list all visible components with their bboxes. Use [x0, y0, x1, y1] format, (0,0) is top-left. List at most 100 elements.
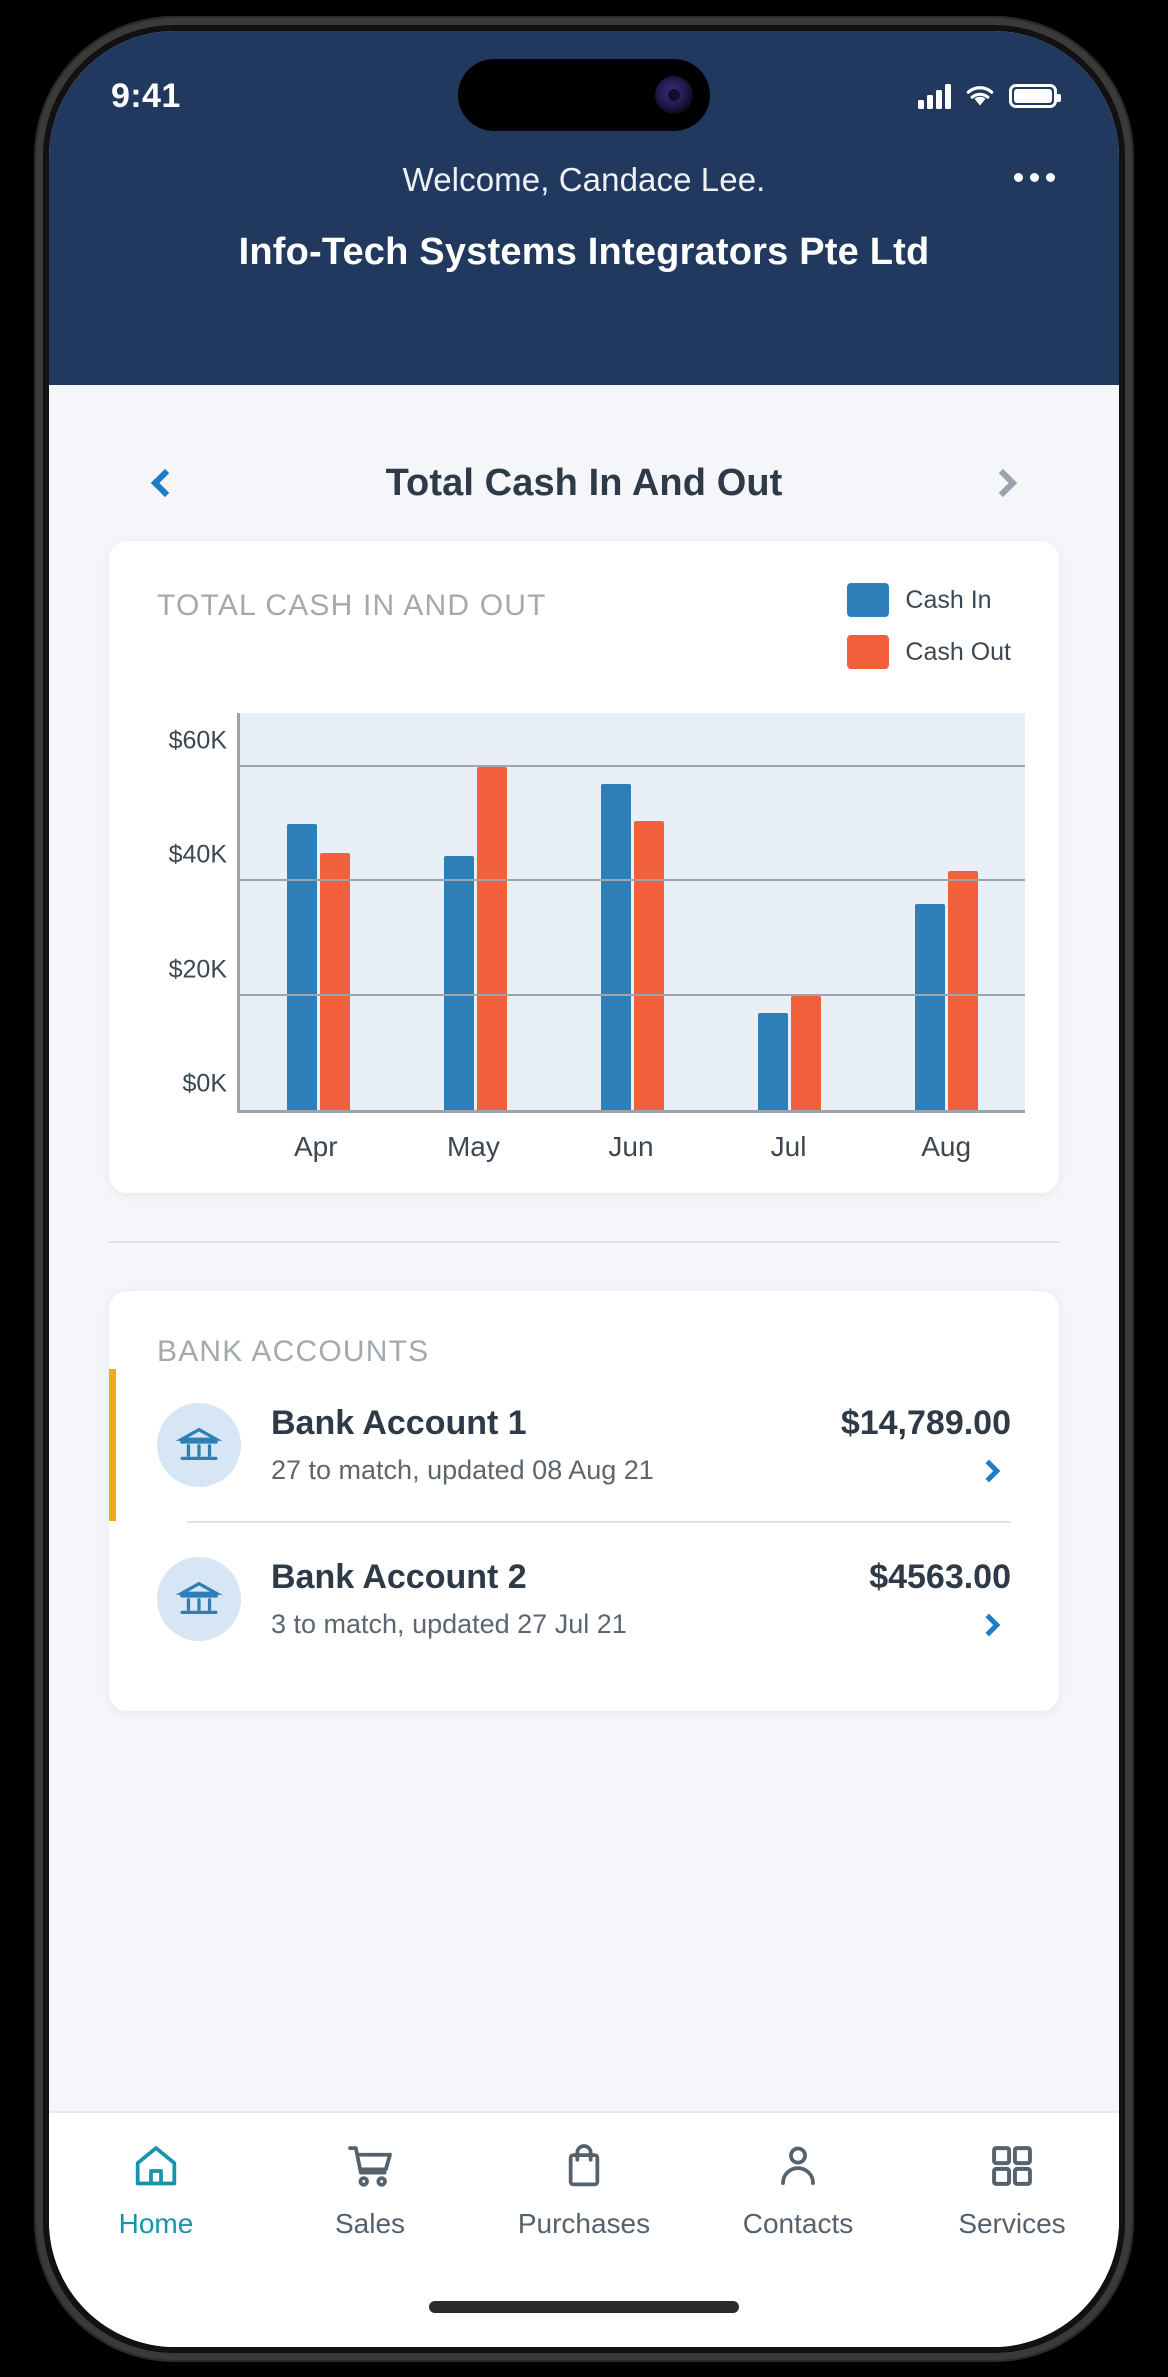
chart-bar[interactable] [791, 995, 821, 1110]
home-icon [131, 2141, 181, 2196]
bank-account-row[interactable]: Bank Account 2 $4563.00 3 to match, update… [109, 1523, 1059, 1675]
cart-icon [345, 2141, 395, 2196]
cash-flow-chart-card[interactable]: TOTAL CASH IN AND OUT Cash In Cash Out $0… [109, 541, 1059, 1193]
chart-gridline [240, 879, 1025, 882]
nav-item-services[interactable]: Services [917, 2141, 1107, 2240]
bank-accounts-list: Bank Account 1 $14,789.00 27 to match, upd… [109, 1369, 1059, 1675]
home-indicator[interactable] [429, 2301, 739, 2313]
dot-icon [1046, 173, 1055, 182]
chart-gridline [240, 765, 1025, 768]
chart-bar[interactable] [320, 852, 350, 1110]
bank-account-balance: $4563.00 [869, 1558, 1011, 1596]
chevron-left-icon [150, 468, 180, 498]
nav-item-home[interactable]: Home [61, 2141, 251, 2240]
y-axis-tick-label: $60K [168, 726, 227, 755]
chevron-right-icon[interactable] [977, 1613, 1001, 1636]
welcome-row: Welcome, Candace Lee. [49, 131, 1119, 203]
bank-account-row[interactable]: Bank Account 1 $14,789.00 27 to match, upd… [109, 1369, 1059, 1521]
legend-swatch [847, 635, 890, 669]
y-axis-tick-label: $0K [182, 1069, 227, 1098]
chart-plot-area [237, 713, 1025, 1113]
chart-y-axis: $0K $20K $40K $60K [109, 713, 237, 1113]
x-axis-tick-label: May [446, 1131, 500, 1162]
chart-bar[interactable] [287, 824, 317, 1110]
section-divider [109, 1241, 1059, 1243]
chart-bar[interactable] [477, 767, 507, 1110]
legend-label: Cash Out [905, 637, 1011, 666]
y-axis-tick-label: $40K [168, 840, 227, 869]
chart-bar[interactable] [601, 784, 631, 1110]
chart-bars [240, 713, 1025, 1110]
chart-bar[interactable] [634, 821, 664, 1110]
nav-item-label: Home [118, 2208, 194, 2239]
status-indicators [918, 83, 1061, 109]
chart-bar[interactable] [915, 904, 945, 1110]
row-accent-bar [109, 1369, 116, 1521]
chart-bar-group[interactable] [444, 713, 507, 1110]
nav-item-label: Sales [334, 2208, 406, 2239]
bank-account-secondary-row: 27 to match, updated 08 Aug 21 [271, 1455, 1011, 1486]
person-icon [773, 2141, 823, 2196]
legend-item[interactable]: Cash Out [847, 635, 1011, 669]
chart-x-axis: Apr May Jun Jul Aug [237, 1113, 1025, 1163]
chevron-right-icon [988, 468, 1018, 498]
welcome-text: Welcome, Candace Lee. [402, 161, 766, 198]
x-axis-tick-label: Jul [770, 1131, 807, 1162]
nav-item-label: Services [958, 2208, 1066, 2239]
bank-account-status: 27 to match, updated 08 Aug 21 [271, 1455, 654, 1485]
chart-bar[interactable] [948, 871, 978, 1110]
carousel-title: Total Cash In And Out [385, 461, 783, 504]
company-name: Info-Tech Systems Integrators Pte Ltd [238, 231, 930, 273]
x-axis-tick-label: Aug [921, 1131, 972, 1162]
front-camera-icon [655, 76, 693, 114]
battery-icon [1009, 84, 1061, 108]
chart-bar-group[interactable] [601, 713, 664, 1110]
widget-carousel-header: Total Cash In And Out [49, 385, 1119, 519]
app-header: 9:41 Welcome, Candace Lee. Info-Tech Sys… [49, 31, 1119, 385]
nav-item-contacts[interactable]: Contacts [703, 2141, 893, 2240]
bank-account-details: Bank Account 2 $4563.00 3 to match, update… [271, 1558, 1011, 1640]
chart-gridline [240, 993, 1025, 996]
legend-label: Cash In [905, 585, 992, 614]
wifi-icon [964, 84, 996, 108]
bank-icon [157, 1403, 241, 1487]
bank-account-primary-row: Bank Account 1 $14,789.00 [271, 1404, 1011, 1443]
nav-item-purchases[interactable]: Purchases [489, 2141, 679, 2240]
y-axis-tick-label: $20K [168, 955, 227, 984]
chart-bar-group[interactable] [287, 713, 350, 1110]
chart-bar-group[interactable] [758, 713, 821, 1110]
carousel-prev-button[interactable] [139, 457, 191, 509]
nav-item-label: Contacts [742, 2208, 854, 2239]
phone-frame: 9:41 Welcome, Candace Lee. Info-Tech Sys… [36, 18, 1132, 2360]
grid-icon [987, 2141, 1037, 2196]
chart-plot-wrapper: $0K $20K $40K $60K [109, 713, 1059, 1113]
chart-legend: Cash In Cash Out [847, 583, 1011, 669]
bank-account-status: 3 to match, updated 27 Jul 21 [271, 1609, 627, 1639]
carousel-next-button[interactable] [977, 457, 1029, 509]
chart-header: TOTAL CASH IN AND OUT Cash In Cash Out [109, 583, 1059, 669]
chart-title: TOTAL CASH IN AND OUT [157, 589, 547, 622]
bank-account-balance: $14,789.00 [840, 1404, 1011, 1442]
main-content: Total Cash In And Out TOTAL CASH IN AND … [49, 385, 1119, 2155]
chevron-right-icon[interactable] [977, 1459, 1001, 1482]
dot-icon [1014, 173, 1023, 182]
nav-item-sales[interactable]: Sales [275, 2141, 465, 2240]
dot-icon [1030, 173, 1039, 182]
bank-account-name: Bank Account 2 [271, 1558, 527, 1596]
legend-item[interactable]: Cash In [847, 583, 1011, 617]
chart-bar[interactable] [758, 1012, 788, 1110]
x-axis-tick-label: Jun [608, 1131, 654, 1162]
x-axis-tick-label: Apr [294, 1131, 338, 1162]
bank-account-details: Bank Account 1 $14,789.00 27 to match, upd… [271, 1404, 1011, 1486]
bank-account-name: Bank Account 1 [271, 1404, 527, 1442]
nav-item-label: Purchases [517, 2208, 651, 2239]
bag-icon [559, 2141, 609, 2196]
chart-bar[interactable] [444, 855, 474, 1110]
bank-accounts-card: BANK ACCOUNTS Bank Account 1 $14,789.00 27… [109, 1291, 1059, 1711]
more-options-button[interactable] [1006, 165, 1063, 190]
phone-screen: 9:41 Welcome, Candace Lee. Info-Tech Sys… [49, 31, 1119, 2347]
bank-accounts-title: BANK ACCOUNTS [157, 1335, 430, 1368]
legend-swatch [847, 583, 890, 617]
bank-account-secondary-row: 3 to match, updated 27 Jul 21 [271, 1609, 1011, 1640]
chart-bar-group[interactable] [915, 713, 978, 1110]
